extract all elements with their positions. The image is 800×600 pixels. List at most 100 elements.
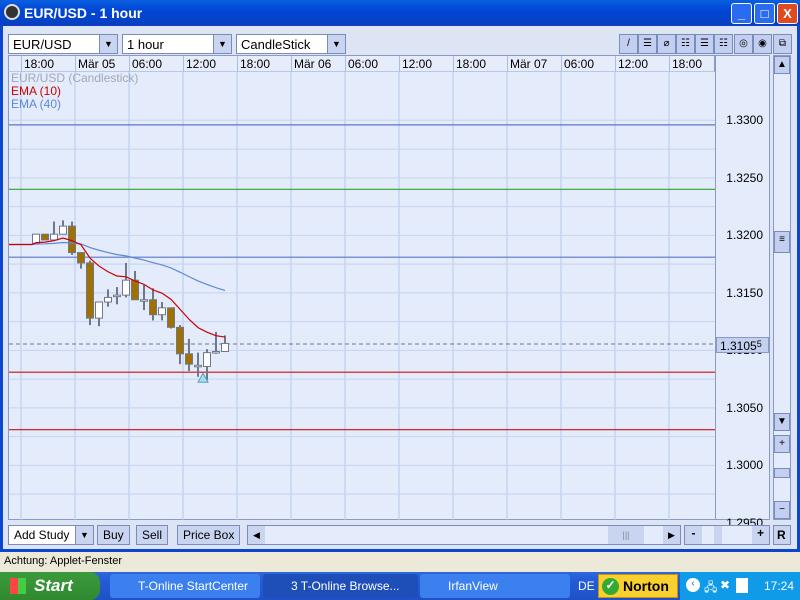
zoom-in-vertical-button[interactable]: + — [774, 435, 790, 453]
time-label: 12:00 — [618, 57, 649, 71]
vertical-scrollbar[interactable]: ▲ ≡ ▼ + − — [773, 55, 791, 520]
status-bar: Achtung: Applet-Fenster — [0, 552, 800, 572]
zoom-in-button[interactable]: + — [752, 526, 769, 544]
time-gridline-tick — [291, 56, 292, 72]
language-indicator[interactable]: DE — [578, 579, 595, 593]
users-icon[interactable]: ✖ — [720, 578, 730, 592]
candle-body — [122, 279, 130, 296]
toolbar-tool-button[interactable]: ☰ — [695, 34, 714, 54]
current-price-box: 1.31055 — [716, 337, 769, 354]
interval-select[interactable]: 1 hour ▼ — [122, 34, 232, 54]
toolbar-tool-button[interactable]: ☷ — [676, 34, 695, 54]
symbol-value: EUR/USD — [13, 37, 72, 52]
time-label: 18:00 — [24, 57, 55, 71]
price-label: 1.3150 — [726, 285, 763, 300]
network-icon[interactable]: 🖧 — [704, 578, 717, 599]
chevron-down-icon: ▼ — [99, 35, 117, 53]
time-label: 06:00 — [132, 57, 163, 71]
candle-body — [158, 307, 166, 316]
clock: 17:24 — [764, 579, 795, 593]
price-axis[interactable]: 1.33001.32501.32001.31501.31001.30501.30… — [715, 55, 770, 530]
zoom-out-button[interactable]: - — [685, 526, 702, 544]
price-label: 1.3300 — [726, 113, 763, 128]
time-gridline-tick — [399, 56, 400, 72]
time-label: 18:00 — [240, 57, 271, 71]
add-study-select[interactable]: Add Study ▼ — [8, 525, 94, 545]
candle-body — [50, 233, 58, 241]
price-box-button[interactable]: Price Box — [177, 525, 241, 545]
price-label: 1.3000 — [726, 458, 763, 473]
zoom-thumb[interactable] — [714, 526, 722, 544]
candle-body — [221, 342, 229, 352]
time-label: 06:00 — [564, 57, 595, 71]
zoom-out-vertical-button[interactable]: − — [774, 501, 790, 519]
vertical-zoom-thumb[interactable] — [774, 468, 790, 478]
scroll-thumb[interactable]: ||| — [608, 526, 644, 544]
chevron-left-icon[interactable]: ‹ — [686, 578, 700, 592]
time-gridline-tick — [615, 56, 616, 72]
start-button[interactable]: Start — [0, 572, 100, 600]
scroll-up-button[interactable]: ▲ — [774, 56, 790, 74]
time-label: 12:00 — [186, 57, 217, 71]
horizontal-scrollbar[interactable]: ◀ ||| ▶ — [247, 525, 681, 545]
current-price-pip: 5 — [756, 339, 762, 350]
scroll-thumb[interactable]: ≡ — [774, 231, 790, 253]
toolbar-tool-button[interactable]: ◉ — [753, 34, 772, 54]
time-label: 18:00 — [456, 57, 487, 71]
app-icon — [4, 4, 20, 20]
scroll-down-button[interactable]: ▼ — [774, 413, 790, 431]
current-price-value: 1.3105 — [720, 339, 757, 354]
taskbar: Start T-Online StartCenter 3 T-Online Br… — [0, 572, 800, 600]
check-icon: ✓ — [602, 578, 619, 595]
time-gridline-tick — [561, 56, 562, 72]
time-label: Mär 06 — [294, 57, 332, 71]
toolbar-tool-button[interactable]: ⧉ — [773, 34, 792, 54]
task-startcenter[interactable]: T-Online StartCenter — [110, 574, 260, 598]
chart-canvas — [9, 72, 724, 524]
price-label: 1.3250 — [726, 170, 763, 185]
price-label: 1.3200 — [726, 228, 763, 243]
toolbar-tool-button[interactable]: / — [619, 34, 638, 54]
candle-body — [212, 350, 220, 354]
document-icon[interactable] — [736, 578, 748, 593]
candle-body — [113, 294, 121, 298]
buy-button[interactable]: Buy — [97, 525, 130, 545]
time-gridline-tick — [669, 56, 670, 72]
task-irfanview[interactable]: IrfanView — [420, 574, 570, 598]
maximize-button[interactable]: □ — [754, 3, 775, 24]
task-browser[interactable]: 3 T-Online Browse... — [263, 574, 418, 598]
toolbar-tool-button[interactable]: ⌀ — [657, 34, 676, 54]
scroll-right-button[interactable]: ▶ — [663, 526, 680, 544]
window-title: EUR/USD - 1 hour — [24, 5, 143, 21]
sell-button[interactable]: Sell — [136, 525, 169, 545]
reset-button[interactable]: R — [773, 525, 791, 545]
minimize-button[interactable]: _ — [731, 3, 752, 24]
candle-body — [131, 279, 139, 301]
legend-item: EMA (40) — [11, 97, 62, 111]
candle-body — [95, 301, 103, 319]
candle-body — [86, 262, 94, 319]
candle-body — [176, 326, 184, 355]
time-gridline-tick — [237, 56, 238, 72]
interval-value: 1 hour — [127, 37, 164, 52]
windows-logo-icon — [10, 578, 26, 594]
add-study-label: Add Study — [14, 528, 70, 542]
norton-button[interactable]: ✓ Norton — [598, 574, 678, 598]
time-gridline-tick — [453, 56, 454, 72]
toolbar-tool-button[interactable]: ☷ — [714, 34, 733, 54]
chart-type-select[interactable]: CandleStick ▼ — [236, 34, 346, 54]
toolbar-tool-button[interactable]: ☰ — [638, 34, 657, 54]
scroll-left-button[interactable]: ◀ — [248, 526, 265, 544]
time-gridline-tick — [507, 56, 508, 72]
candle-body — [194, 364, 202, 368]
chevron-down-icon: ▼ — [75, 526, 93, 544]
chart-area[interactable]: EUR/USD (Candlestick) EMA (10) EMA (40) — [8, 72, 724, 524]
symbol-select[interactable]: EUR/USD ▼ — [8, 34, 118, 54]
toolbar-tool-button[interactable]: ◎ — [734, 34, 753, 54]
close-button[interactable]: X — [777, 3, 798, 24]
candle-body — [185, 353, 193, 365]
horizontal-zoom[interactable]: - + — [684, 525, 770, 545]
time-axis: 18:00 Mär 05 06:00 12:00 18:00 Mär 06 06:00 12:… — [8, 55, 716, 72]
time-gridline-tick — [129, 56, 130, 72]
candle-body — [59, 225, 67, 235]
